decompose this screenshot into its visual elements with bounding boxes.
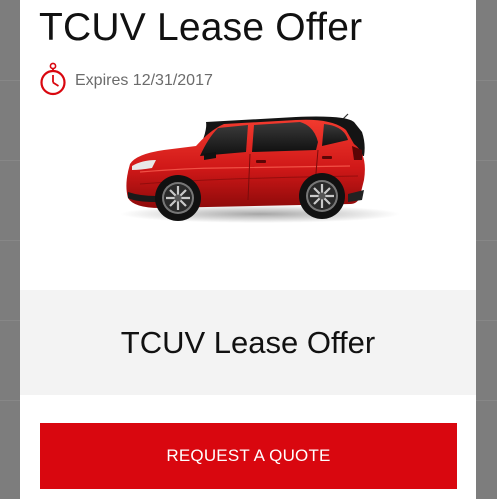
offer-title: TCUV Lease Offer [39,6,363,49]
offer-section-title: TCUV Lease Offer [120,325,376,360]
stopwatch-icon [40,62,66,96]
expiry-row: Expires 12/31/2017 [39,62,213,96]
expiry-date: Expires 12/31/2017 [75,72,213,89]
offer-info-band: TCUV Lease Offer [20,290,476,395]
request-quote-button[interactable]: REQUEST A QUOTE [40,423,457,489]
offer-modal: TCUV Lease Offer Expires 12/31/2017 TCUV… [20,0,476,499]
vehicle-image [100,100,400,230]
